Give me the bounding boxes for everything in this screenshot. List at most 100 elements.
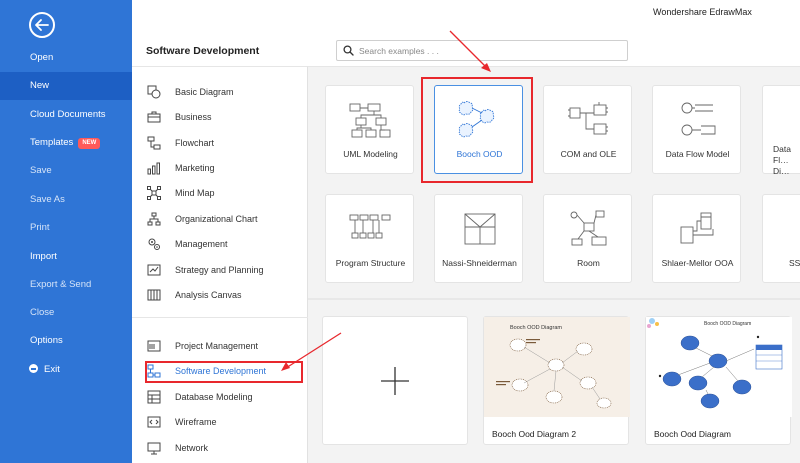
svg-text:Booch OOD Diagram: Booch OOD Diagram: [510, 325, 562, 331]
flowchart-icon: [146, 136, 162, 150]
uml-modeling-thumbnail: [326, 94, 415, 146]
bar-chart-icon: [146, 161, 162, 175]
app-window: Open New Cloud Documents Templates NEW Sa…: [0, 0, 800, 463]
category-network[interactable]: Network: [146, 438, 304, 458]
template-nassi-shneiderman[interactable]: Nassi-Shneiderman: [434, 194, 523, 283]
template-label: Room: [577, 258, 600, 268]
category-label: Organizational Chart: [175, 214, 258, 224]
menu-item-print[interactable]: Print: [0, 214, 132, 242]
software-development-highlight-box: [145, 361, 303, 383]
menu-item-import[interactable]: Import: [0, 243, 132, 271]
com-ole-thumbnail: [544, 94, 633, 146]
template-ssadm[interactable]: SS…: [762, 194, 800, 283]
category-strategy-planning[interactable]: Strategy and Planning: [146, 260, 304, 280]
ssadm-thumbnail: [763, 203, 800, 255]
example-card-booch-ood-diagram[interactable]: Booch OOD Diagram Booch Ood Diagram: [645, 316, 792, 445]
exit-icon: [29, 364, 38, 373]
project-icon: [146, 339, 162, 353]
menu-item-options[interactable]: Options: [0, 327, 132, 355]
new-badge: NEW: [78, 138, 101, 149]
template-label: Data Flow Model: [665, 149, 730, 159]
category-management[interactable]: Management: [146, 234, 304, 254]
category-label: Strategy and Planning: [175, 265, 264, 275]
category-label: Mind Map: [175, 188, 215, 198]
template-com-ole[interactable]: COM and OLE: [543, 85, 632, 174]
new-blank-diagram-card[interactable]: [322, 316, 468, 445]
category-label: Management: [175, 239, 228, 249]
menu-item-save[interactable]: Save: [0, 157, 132, 185]
category-label: Analysis Canvas: [175, 290, 242, 300]
menu-item-cloud-documents[interactable]: Cloud Documents: [0, 101, 132, 129]
category-label: Flowchart: [175, 138, 215, 148]
example-label: Booch Ood Diagram 2: [492, 429, 577, 439]
category-mind-map[interactable]: Mind Map: [146, 183, 304, 203]
template-data-flow-diagram[interactable]: Data Fl… Di…: [762, 85, 800, 176]
category-flowchart[interactable]: Flowchart: [146, 133, 304, 153]
menu-item-exit[interactable]: Exit: [0, 356, 132, 384]
template-label: UML Modeling: [343, 149, 398, 159]
category-business[interactable]: Business: [146, 107, 304, 127]
app-title: Wondershare EdrawMax: [653, 7, 752, 17]
file-menu: Open New Cloud Documents Templates NEW Sa…: [0, 0, 132, 463]
example-thumbnail: Booch OOD Diagram: [646, 317, 792, 417]
category-organizational-chart[interactable]: Organizational Chart: [146, 209, 304, 229]
canvas-icon: [146, 288, 162, 302]
org-chart-icon: [146, 212, 162, 226]
page-title: Software Development: [146, 45, 260, 57]
menu-item-label: Exit: [44, 364, 60, 375]
arrow-left-icon: [35, 19, 49, 31]
template-uml-modeling[interactable]: UML Modeling: [325, 85, 414, 174]
plus-icon: [381, 366, 409, 395]
room-thumbnail: [544, 203, 633, 255]
nassi-shneiderman-thumbnail: [435, 203, 524, 255]
database-icon: [146, 390, 162, 404]
menu-item-export-send[interactable]: Export & Send: [0, 271, 132, 299]
category-analysis-canvas[interactable]: Analysis Canvas: [146, 285, 304, 305]
template-room[interactable]: Room: [543, 194, 632, 283]
template-program-structure[interactable]: Program Structure: [325, 194, 414, 283]
svg-text:Booch OOD Diagram: Booch OOD Diagram: [704, 321, 751, 327]
menu-item-label: Import: [30, 251, 57, 262]
data-flow-diagram-thumbnail: [763, 94, 800, 146]
briefcase-icon: [146, 110, 162, 124]
menu-item-close[interactable]: Close: [0, 299, 132, 327]
category-marketing[interactable]: Marketing: [146, 158, 304, 178]
menu-item-new[interactable]: New: [0, 72, 132, 100]
strategy-icon: [146, 263, 162, 277]
menu-item-templates[interactable]: Templates NEW: [0, 129, 132, 157]
search-icon: [343, 45, 354, 56]
category-label: Marketing: [175, 163, 215, 173]
search-box[interactable]: [336, 40, 628, 61]
data-flow-model-thumbnail: [653, 94, 742, 146]
category-label: Basic Diagram: [175, 87, 234, 97]
menu-item-label: Cloud Documents: [30, 109, 106, 120]
menu-item-label: New: [30, 80, 50, 91]
menu-item-open[interactable]: Open: [0, 44, 132, 72]
template-label: Nassi-Shneiderman: [442, 258, 517, 268]
network-icon: [146, 441, 162, 455]
gears-icon: [146, 237, 162, 251]
example-card-booch-ood-diagram-2[interactable]: Booch OOD Diagram Booch Ood Diagram 2: [483, 316, 630, 445]
menu-item-save-as[interactable]: Save As: [0, 186, 132, 214]
booch-ood-highlight-box: [421, 77, 533, 183]
category-project-management[interactable]: Project Management: [146, 336, 304, 356]
category-label: Network: [175, 443, 209, 453]
template-data-flow-model[interactable]: Data Flow Model: [652, 85, 741, 174]
category-sidebar: Basic Diagram Business Flowchart Marketi…: [132, 66, 308, 463]
menu-item-label: Export & Send: [30, 279, 92, 290]
category-database-modeling[interactable]: Database Modeling: [146, 387, 304, 407]
mind-map-icon: [146, 186, 162, 200]
search-input[interactable]: [359, 42, 619, 59]
back-button[interactable]: [29, 12, 55, 38]
program-structure-thumbnail: [326, 203, 415, 255]
template-label: Shlaer-Mellor OOA: [661, 258, 734, 268]
category-basic-diagram[interactable]: Basic Diagram: [146, 82, 304, 102]
template-label: COM and OLE: [560, 149, 617, 159]
category-wireframe[interactable]: Wireframe: [146, 412, 304, 432]
wireframe-icon: [146, 415, 162, 429]
template-shlaer-mellor-ooa[interactable]: Shlaer-Mellor OOA: [652, 194, 741, 283]
shapes-icon: [146, 85, 162, 99]
example-label: Booch Ood Diagram: [654, 429, 732, 439]
category-label: Business: [175, 112, 212, 122]
section-separator: [308, 298, 800, 300]
